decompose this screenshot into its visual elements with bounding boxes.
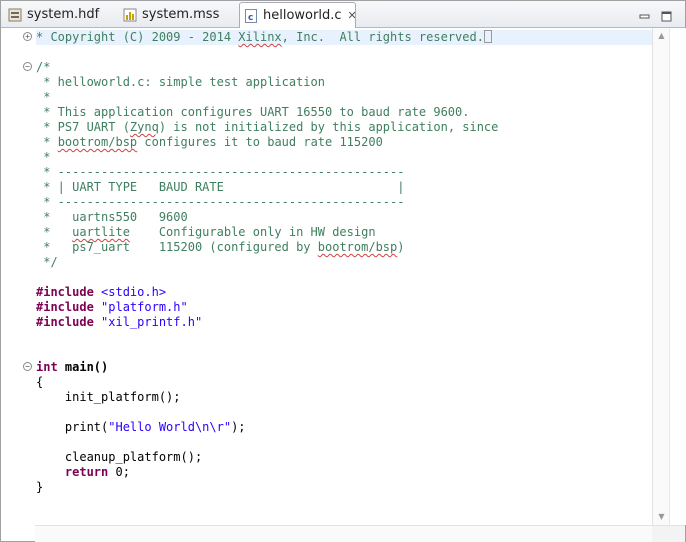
code-text: Configurable only in HW design [129,225,376,239]
code-line: int main() [36,360,108,375]
code-keyword: #include [36,315,94,329]
code-text: * [36,135,58,149]
code-line: * | UART TYPE BAUD RATE | [36,180,405,194]
tab-label: system.hdf [27,7,100,22]
code-text: * [36,225,73,239]
code-line: cleanup_platform(); [36,450,203,464]
maximize-icon[interactable] [661,7,672,22]
collapse-fold-icon[interactable]: − [23,62,32,71]
code-line: * ps7_uart 115200 (configured by bootrom… [36,240,404,255]
code-keyword: #include [36,285,94,299]
expand-fold-icon[interactable]: + [23,32,32,41]
vertical-scrollbar[interactable]: ▲ ▼ [652,28,670,525]
code-line: init_platform(); [36,390,181,404]
code-line: * PS7 UART (Zynq) is not initialized by … [36,120,498,135]
c-file-icon: c [244,8,258,23]
code-text: bootrom/bsp [57,135,138,149]
code-line: * uartns550 9600 [36,210,188,224]
code-line: * uartlite Configurable only in HW desig… [36,225,376,240]
code-line: /* [36,60,51,74]
code-line: * --------------------------------------… [36,165,405,179]
code-text: main() [57,360,109,374]
code-line: * helloworld.c: simple test application [36,75,325,89]
minimize-icon[interactable] [639,7,650,19]
code-line: print("Hello World\n\r"); [36,420,246,435]
tab-system-hdf[interactable]: system.hdf [3,2,115,26]
code-string: <stdio.h> [101,285,167,299]
close-icon[interactable]: ✕ [348,9,357,22]
code-line: * bootrom/bsp configures it to baud rate… [36,135,383,150]
code-text: Xilinx [238,30,282,44]
code-string: "Hello World\n\r" [108,420,232,434]
overview-ruler[interactable] [669,28,686,525]
code-text: , Inc. All rights reserved. [281,30,484,44]
code-keyword: int [36,360,58,374]
code-line: */ [36,255,58,269]
code-line: * [36,90,51,104]
code-keyword: #include [36,300,94,314]
code-line: return 0; [36,465,130,480]
code-line: } [36,480,44,494]
code-text: configures it to baud rate 115200 [137,135,383,149]
code-keyword: return [64,465,109,479]
code-area[interactable]: * Copyright (C) 2009 - 2014 Xilinx, Inc.… [36,28,652,541]
code-text: bootrom/bsp [317,240,398,254]
tab-helloworld-c[interactable]: c helloworld.c ✕ [239,2,357,28]
code-string: "xil_printf.h" [101,315,203,329]
code-line: #include "xil_printf.h" [36,315,202,330]
code-text: * Copyright (C) 2009 - 2014 [36,30,239,44]
scroll-down-icon[interactable]: ▼ [653,509,670,525]
horizontal-scrollbar[interactable] [35,525,652,542]
code-line: * --------------------------------------… [36,195,405,209]
collapse-fold-icon[interactable]: − [23,362,32,371]
code-line: #include <stdio.h> [36,285,166,300]
code-line: * [36,150,51,164]
editor-tab-bar: system.hdf system.mss c helloworld.c ✕ [1,1,685,28]
mss-file-icon [123,8,137,22]
scrollbar-corner [652,525,685,542]
code-line: #include "platform.h" [36,300,188,315]
hdf-file-icon [8,8,22,22]
scroll-up-icon[interactable]: ▲ [653,28,670,44]
code-editor[interactable]: + − − * Copyright (C) 2009 - 2014 Xilinx… [1,28,686,542]
tab-label: helloworld.c [263,8,342,23]
editor-window: system.hdf system.mss c helloworld.c ✕ +… [0,0,686,542]
code-text: * PS7 UART ( [36,120,130,134]
editor-ruler: + − − [1,28,35,541]
code-text: 0; [108,465,130,479]
code-string: "platform.h" [101,300,188,314]
code-line: * This application configures UART 16550… [36,105,470,119]
code-text: print( [36,420,109,434]
code-text: ); [231,420,246,434]
code-text: Zynq [129,120,159,134]
svg-text:c: c [248,13,253,23]
tab-label: system.mss [142,7,220,22]
code-line: { [36,375,44,389]
code-text: ) is not initialized by this application… [158,120,499,134]
code-text: uartlite [72,225,130,239]
folded-block-marker[interactable] [483,30,492,43]
code-line: * Copyright (C) 2009 - 2014 Xilinx, Inc.… [36,30,652,45]
tab-system-mss[interactable]: system.mss [118,2,236,26]
code-text: ) [397,240,405,254]
code-text: * ps7_uart 115200 (configured by [36,240,318,254]
